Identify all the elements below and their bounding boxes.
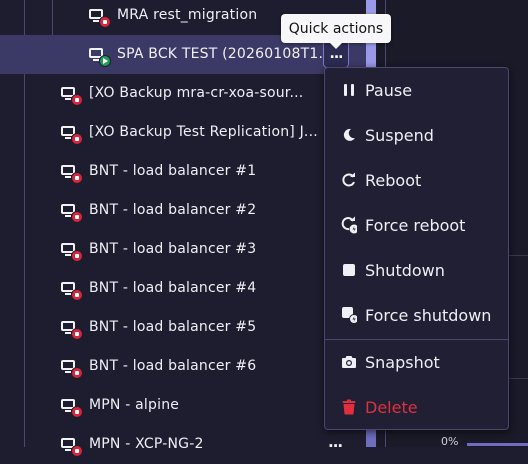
vm-halted-icon	[61, 359, 83, 379]
tree-row[interactable]: BNT - load balancer #2	[0, 191, 368, 230]
quick-actions-menu: Pause Suspend Reboot Force reboot Shutdo…	[324, 67, 509, 430]
vm-name: BNT - load balancer #1	[89, 163, 257, 179]
vm-name: MPN - alpine	[89, 397, 180, 413]
tree-row[interactable]: [XO Backup Test Replication] J...	[0, 113, 368, 152]
vm-halted-icon	[61, 242, 83, 262]
usage-percent: 0%	[441, 435, 459, 448]
force-stop-icon	[341, 307, 357, 324]
vm-name: BNT - load balancer #3	[89, 241, 257, 257]
column-resize-handle[interactable]	[366, 430, 376, 447]
row-more-button[interactable]: ...	[328, 433, 343, 451]
tree-row[interactable]: [XO Backup mra-cr-xoa-sour...	[0, 74, 368, 113]
pause-icon	[341, 82, 357, 98]
menu-item-label: Suspend	[365, 125, 434, 145]
vm-name: BNT - load balancer #5	[89, 319, 257, 335]
tree-row[interactable]: BNT - load balancer #6	[0, 347, 368, 386]
progress-bar	[467, 443, 528, 446]
vm-name: SPA BCK TEST (20260108T1...	[117, 46, 333, 62]
quick-actions-tooltip: Quick actions	[281, 14, 391, 49]
force-rotate-icon	[341, 216, 357, 234]
vm-name: [XO Backup Test Replication] J...	[89, 124, 318, 140]
menu-item-label: Delete	[365, 397, 418, 417]
menu-item-reboot[interactable]: Reboot	[325, 158, 508, 202]
vm-halted-icon	[61, 320, 83, 340]
menu-item-force-reboot[interactable]: Force reboot	[325, 203, 508, 247]
menu-item-shutdown[interactable]: Shutdown	[325, 248, 508, 292]
rotate-icon	[341, 172, 357, 188]
menu-item-suspend[interactable]: Suspend	[325, 113, 508, 157]
menu-item-delete[interactable]: Delete	[325, 385, 508, 429]
menu-item-label: Reboot	[365, 170, 422, 190]
vm-name: BNT - load balancer #2	[89, 202, 257, 218]
menu-item-label: Shutdown	[365, 260, 445, 280]
tree-row[interactable]: MPN - alpine	[0, 386, 368, 425]
tree-row[interactable]: MPN - XCP-NG-2 ...	[0, 425, 368, 464]
vm-halted-icon	[61, 164, 83, 184]
tree-row[interactable]: BNT - load balancer #4	[0, 269, 368, 308]
vm-name: MRA rest_migration	[117, 7, 258, 23]
trash-icon	[341, 399, 357, 415]
vm-name: [XO Backup mra-cr-xoa-sour...	[89, 85, 304, 101]
tree-row[interactable]: BNT - load balancer #1	[0, 152, 368, 191]
vm-halted-icon	[61, 203, 83, 223]
menu-item-label: Force shutdown	[365, 305, 492, 325]
camera-icon	[341, 354, 357, 370]
vm-halted-icon	[61, 437, 83, 457]
tree-row[interactable]: BNT - load balancer #3	[0, 230, 368, 269]
menu-item-label: Snapshot	[365, 352, 440, 372]
vm-name: BNT - load balancer #4	[89, 280, 257, 296]
vm-halted-icon	[61, 398, 83, 418]
vm-halted-icon	[61, 86, 83, 106]
menu-item-label: Pause	[365, 80, 413, 100]
vm-halted-icon	[89, 8, 111, 28]
menu-item-snapshot[interactable]: Snapshot	[325, 340, 508, 384]
moon-icon	[341, 127, 357, 143]
vm-running-icon	[89, 47, 111, 67]
vm-name: BNT - load balancer #6	[89, 358, 257, 374]
menu-item-pause[interactable]: Pause	[325, 68, 508, 112]
menu-item-force-shutdown[interactable]: Force shutdown	[325, 293, 508, 337]
tree-row[interactable]: BNT - load balancer #5	[0, 308, 368, 347]
vm-tree: MRA rest_migration SPA BCK TEST (2026010…	[0, 0, 368, 457]
menu-item-label: Force reboot	[365, 215, 466, 235]
vm-halted-icon	[61, 281, 83, 301]
vm-name: MPN - XCP-NG-2	[89, 436, 204, 452]
vm-halted-icon	[61, 125, 83, 145]
stop-icon	[341, 262, 357, 278]
